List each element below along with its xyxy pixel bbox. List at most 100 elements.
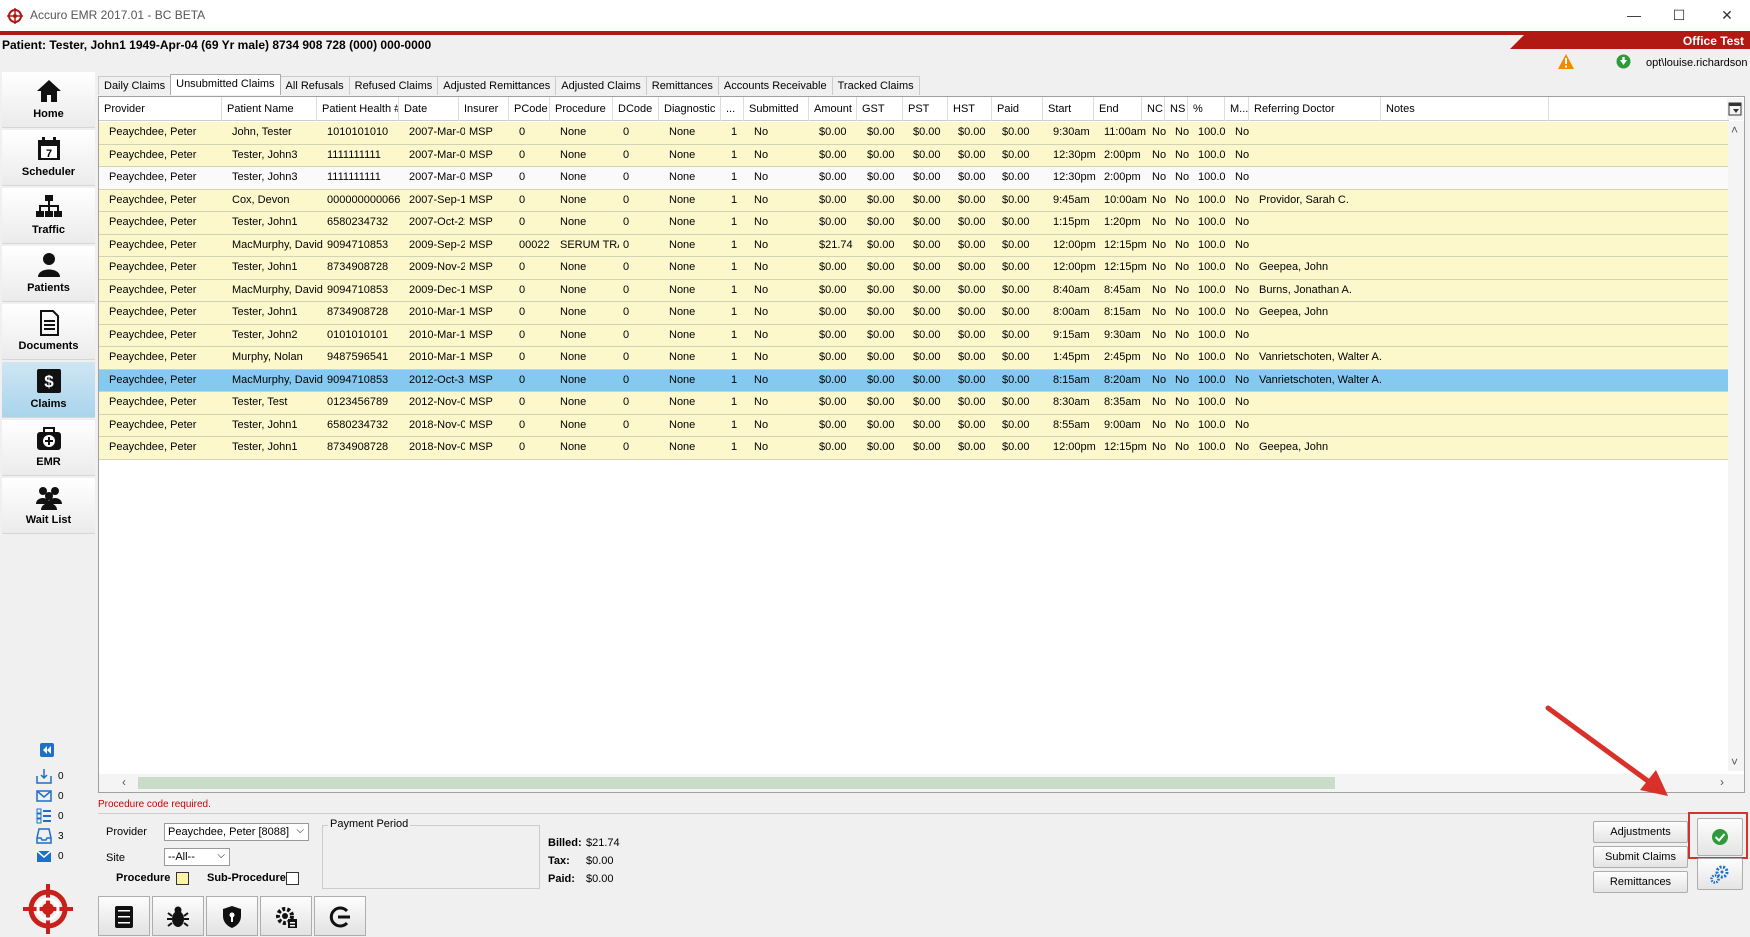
vertical-scrollbar[interactable]: ˄ ˅ (1728, 121, 1744, 771)
table-row[interactable]: Peaychdee, Peter Tester, John1 8734908728 2… (99, 437, 1729, 460)
table-cell: $0.00 (958, 373, 986, 386)
scroll-right-icon[interactable]: › (1720, 775, 1724, 789)
table-row[interactable]: Peaychdee, Peter Tester, Test 0123456789 20… (99, 392, 1729, 415)
column-header[interactable]: HST (948, 97, 992, 121)
table-cell: None (560, 396, 587, 408)
column-header[interactable]: DCode (613, 97, 659, 121)
close-button[interactable]: ✕ (1710, 4, 1744, 26)
scroll-up-icon[interactable]: ˄ (1731, 123, 1738, 137)
table-row[interactable]: Peaychdee, Peter Murphy, Nolan 9487596541 2… (99, 347, 1729, 370)
table-row[interactable]: Peaychdee, Peter Tester, John3 1111111111 2… (99, 167, 1729, 190)
tray-counter[interactable]: 3 (36, 827, 86, 847)
configuration-button[interactable] (260, 896, 312, 936)
settings-button[interactable] (1697, 858, 1743, 890)
table-cell: $0.00 (958, 193, 986, 206)
column-header[interactable]: ... (721, 97, 744, 121)
column-header[interactable]: Patient Health # (317, 97, 399, 121)
table-cell: No (1152, 283, 1167, 296)
procedure-checkbox[interactable] (176, 872, 189, 885)
message-counter[interactable]: 0 (36, 847, 86, 867)
table-row[interactable]: Peaychdee, Peter Tester, John1 6580234732 2… (99, 212, 1729, 235)
column-header[interactable]: Insurer (459, 97, 509, 121)
tab-tracked-claims[interactable]: Tracked Claims (831, 76, 920, 95)
tab-daily-claims[interactable]: Daily Claims (98, 76, 172, 95)
column-header[interactable]: NC (1142, 97, 1165, 121)
column-header[interactable]: Referring Doctor (1249, 97, 1381, 121)
column-header[interactable]: Paid (992, 97, 1043, 121)
table-row[interactable]: Peaychdee, Peter MacMurphy, David 90947108… (99, 279, 1729, 302)
table-row[interactable]: Peaychdee, Peter Cox, Devon 000000000066 20… (99, 189, 1729, 212)
column-header[interactable]: Date (399, 97, 459, 121)
table-row[interactable]: Peaychdee, Peter Tester, John1 8734908728 2… (99, 302, 1729, 325)
column-header[interactable]: % (1188, 97, 1225, 121)
logout-button[interactable] (314, 896, 366, 936)
security-button[interactable] (206, 896, 258, 936)
column-header[interactable]: Amount (809, 97, 857, 121)
column-header[interactable]: PST (903, 97, 948, 121)
patient-header[interactable]: Patient: Tester, John1 1949-Apr-04 (69 Y… (2, 38, 431, 52)
column-header[interactable]: Procedure (550, 97, 613, 121)
minimize-button[interactable]: — (1617, 4, 1651, 26)
annotation-arrow-icon (1545, 705, 1668, 796)
table-row[interactable]: Peaychdee, Peter Tester, John1 6580234732 2… (99, 414, 1729, 437)
payment-period-box[interactable] (322, 825, 540, 889)
table-row[interactable]: Peaychdee, Peter Tester, John3 1111111111 2… (99, 144, 1729, 167)
table-cell: 2007-Mar-05 (409, 171, 465, 183)
cabinet-button[interactable] (98, 896, 150, 936)
site-select[interactable]: --All-- ⌵ (164, 848, 230, 866)
column-options-button[interactable] (1727, 98, 1743, 120)
sidebar-item-claims[interactable]: $ Claims (2, 362, 95, 418)
warning-icon[interactable] (1558, 54, 1574, 69)
submit-claims-button[interactable]: Submit Claims (1593, 846, 1688, 868)
sidebar-item-patients[interactable]: Patients (2, 246, 95, 302)
tab-unsubmitted-claims[interactable]: Unsubmitted Claims (170, 74, 281, 95)
provider-select[interactable]: Peaychdee, Peter [8088] ⌵ (164, 823, 309, 841)
tab-remittances[interactable]: Remittances (645, 76, 719, 95)
column-header[interactable]: Patient Name (222, 97, 317, 121)
adjustments-button[interactable]: Adjustments (1593, 821, 1688, 843)
sidebar-item-traffic[interactable]: Traffic (2, 188, 95, 244)
sidebar-item-emr[interactable]: EMR (2, 420, 95, 476)
sub-procedure-checkbox[interactable] (286, 872, 299, 885)
inbox-counter[interactable]: 0 (36, 767, 86, 787)
column-header[interactable]: Provider (99, 97, 222, 121)
table-cell: MSP (469, 418, 493, 431)
horizontal-scroll-thumb[interactable] (138, 777, 1335, 789)
table-row[interactable]: Peaychdee, Peter MacMurphy, David 90947108… (99, 234, 1729, 257)
table-cell: None (560, 351, 587, 363)
column-header[interactable]: PCode (509, 97, 550, 121)
collapse-icon[interactable] (40, 743, 54, 757)
column-header[interactable]: Diagnostic (659, 97, 721, 121)
sidebar-item-wait-list[interactable]: Wait List (2, 478, 95, 534)
table-row[interactable]: Peaychdee, Peter Tester, John2 0101010101 2… (99, 324, 1729, 347)
tab-refused-claims[interactable]: Refused Claims (348, 76, 439, 95)
column-header[interactable]: Notes (1381, 97, 1549, 121)
column-header[interactable]: GST (857, 97, 903, 121)
column-header[interactable]: Submitted (744, 97, 809, 121)
column-header[interactable]: M... (1225, 97, 1249, 121)
horizontal-scrollbar[interactable]: ‹ › (99, 774, 1744, 792)
column-header[interactable]: End (1094, 97, 1142, 121)
download-icon[interactable] (1616, 54, 1631, 69)
scroll-down-icon[interactable]: ˅ (1731, 755, 1738, 769)
sidebar-item-scheduler[interactable]: 7 Scheduler (2, 130, 95, 186)
sidebar-item-home[interactable]: Home (2, 72, 95, 128)
tab-all-refusals[interactable]: All Refusals (279, 76, 350, 95)
table-row[interactable]: Peaychdee, Peter John, Tester 1010101010 20… (99, 122, 1729, 145)
table-row[interactable]: Peaychdee, Peter Tester, John1 8734908728 2… (99, 257, 1729, 280)
table-cell: $0.00 (867, 216, 895, 228)
remittances-button[interactable]: Remittances (1593, 871, 1688, 893)
tab-accounts-receivable[interactable]: Accounts Receivable (717, 76, 833, 95)
task-counter[interactable]: 0 (36, 807, 86, 827)
column-header[interactable]: Start (1043, 97, 1094, 121)
bug-report-button[interactable] (152, 896, 204, 936)
scroll-left-icon[interactable]: ‹ (122, 775, 126, 789)
maximize-button[interactable]: ☐ (1662, 4, 1696, 26)
mail-counter[interactable]: 0 (36, 787, 86, 807)
table-row[interactable]: Peaychdee, Peter MacMurphy, David 90947108… (99, 369, 1729, 392)
tab-adjusted-remittances[interactable]: Adjusted Remittances (437, 76, 557, 95)
brand-bar (0, 31, 1750, 35)
column-header[interactable]: NS (1165, 97, 1188, 121)
sidebar-item-documents[interactable]: Documents (2, 304, 95, 360)
tab-adjusted-claims[interactable]: Adjusted Claims (555, 76, 647, 95)
